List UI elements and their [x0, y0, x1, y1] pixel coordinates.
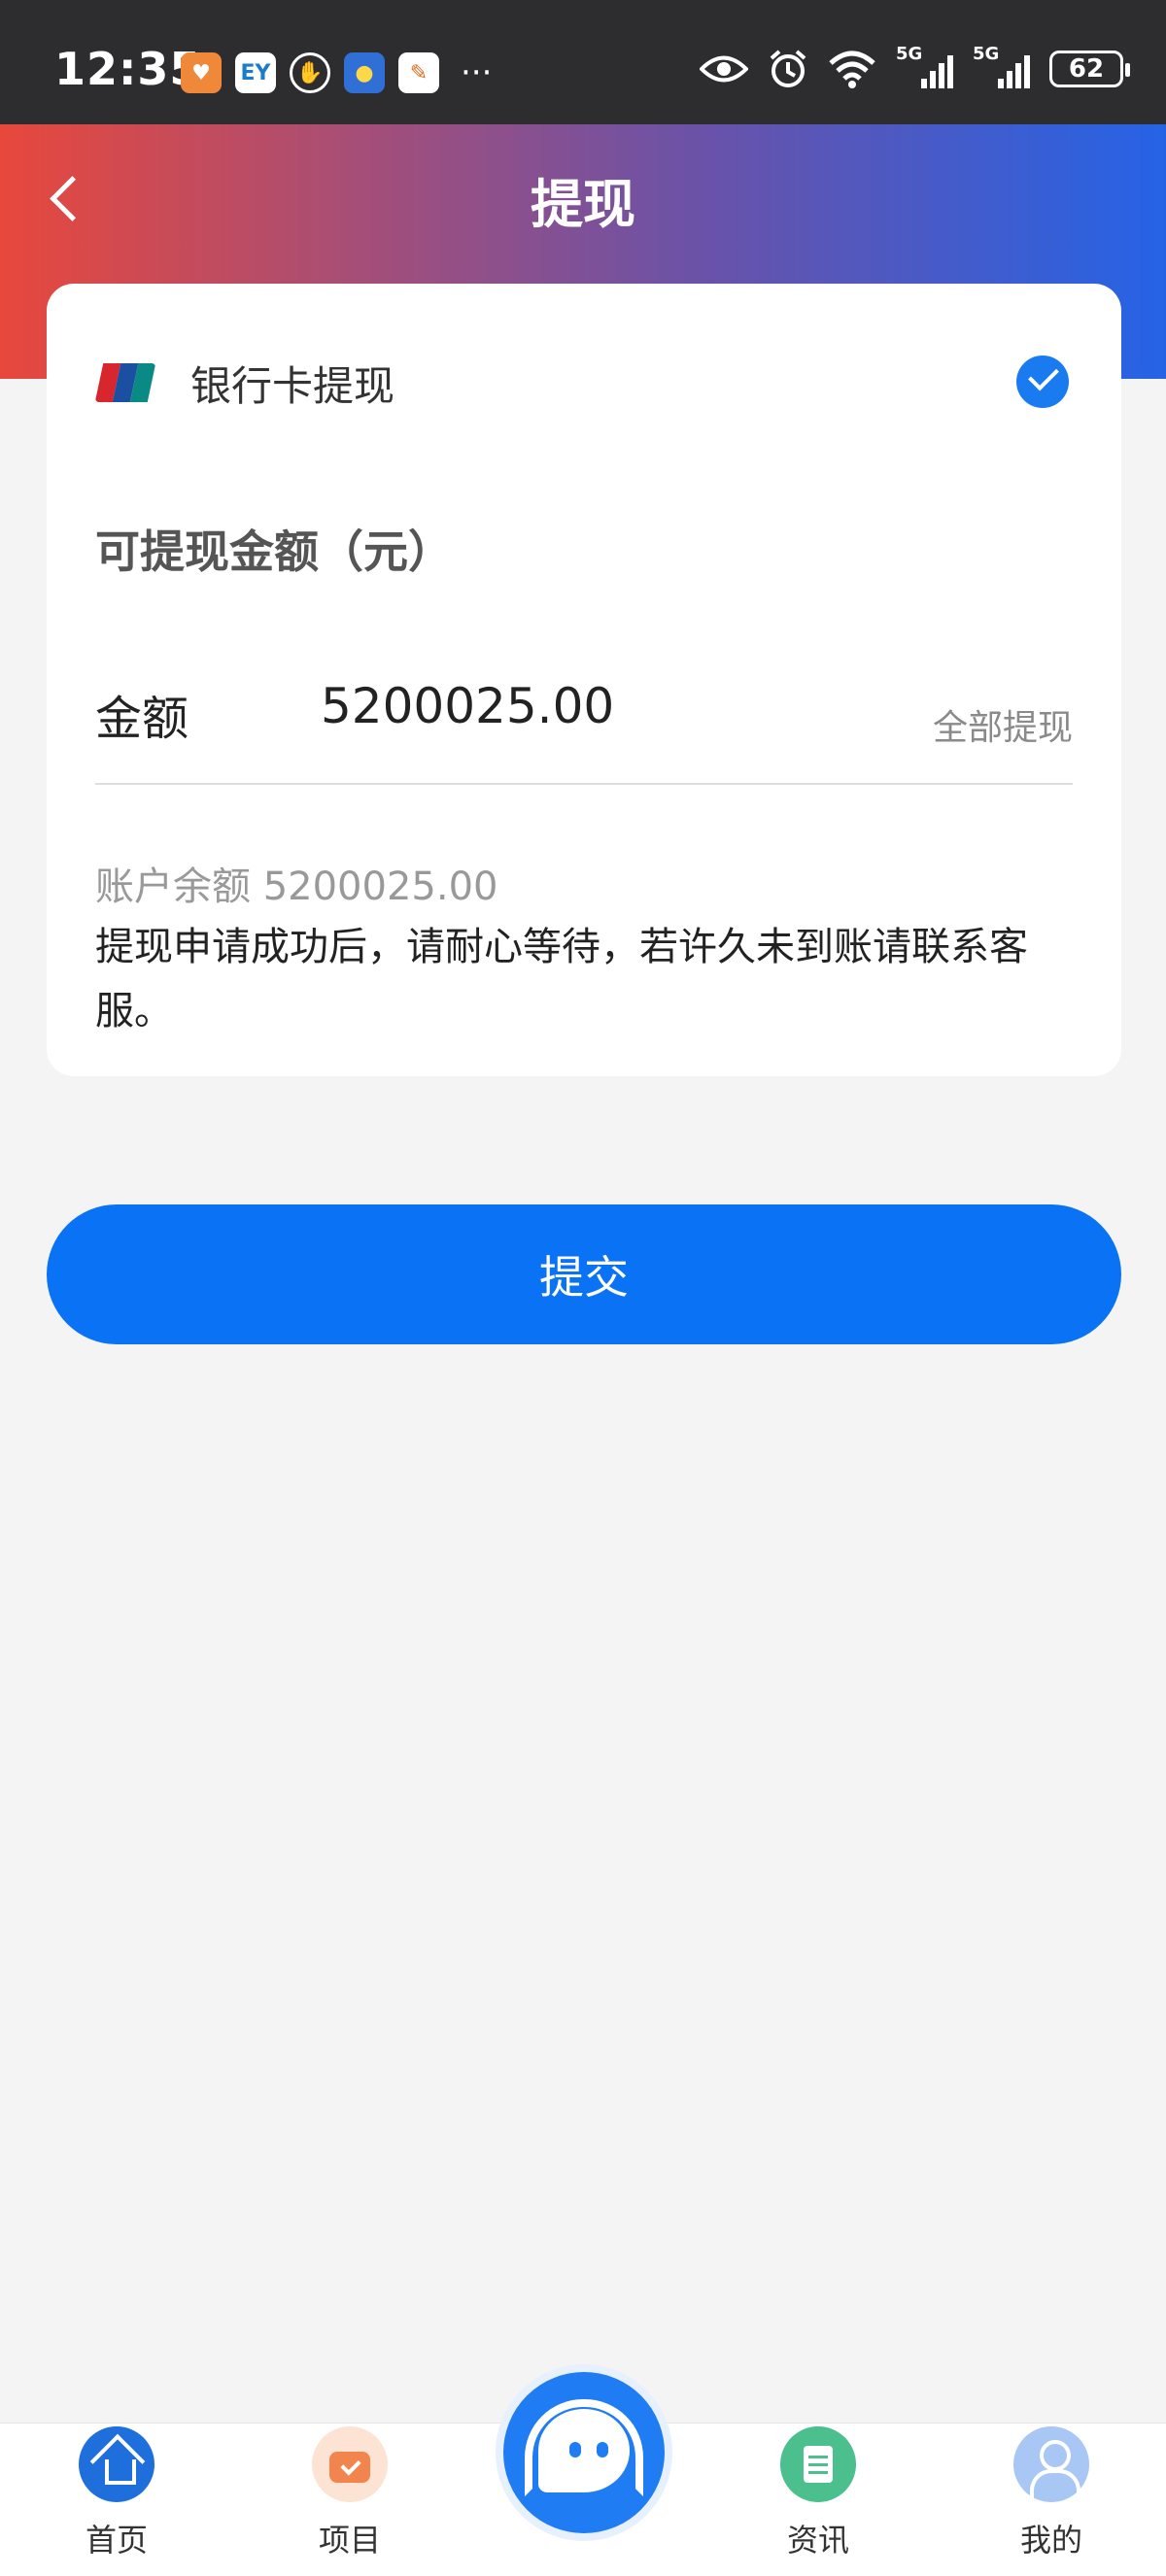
withdraw-notice: 提现申请成功后，请耐心等待，若许久未到账请联系客服。 — [95, 925, 1028, 1034]
wifi-icon — [829, 51, 875, 88]
heart-app-icon: ♥ — [181, 52, 222, 93]
weather-app-icon: ● — [344, 52, 385, 93]
submit-button[interactable]: 提交 — [47, 1204, 1121, 1344]
divider — [95, 783, 1073, 785]
method-selected-check-icon[interactable] — [1016, 356, 1069, 408]
page-title: 提现 — [531, 174, 635, 235]
status-bar: 12:35 ♥ EY ✋ ● ✎ ··· 5G 5G 62 — [0, 0, 1166, 124]
nav-item-project[interactable]: 项目 — [282, 2426, 418, 2560]
service-eye-right — [597, 2442, 608, 2457]
notification-icons: ♥ EY ✋ ● ✎ ··· — [181, 52, 492, 93]
account-balance: 账户余额 5200025.00 — [95, 864, 498, 909]
status-time: 12:35 — [54, 43, 202, 95]
nav-label-project: 项目 — [318, 2522, 381, 2559]
news-icon — [780, 2426, 856, 2502]
alarm-icon — [770, 50, 806, 87]
signal-2-icon: 5G — [973, 44, 1030, 88]
customer-service-button[interactable] — [496, 2364, 672, 2541]
battery-icon: 62 — [1049, 51, 1130, 87]
signal-1-icon: 5G — [896, 44, 953, 88]
home-icon — [79, 2426, 154, 2502]
more-notifications-icon: ··· — [461, 53, 493, 92]
nav-label-news: 资讯 — [786, 2522, 849, 2559]
withdraw-all-button[interactable]: 全部提现 — [933, 699, 1073, 750]
user-icon — [1013, 2426, 1089, 2502]
unionpay-icon — [95, 363, 155, 402]
withdraw-method-label[interactable]: 银行卡提现 — [190, 354, 394, 413]
paper-app-icon: ✎ — [398, 52, 439, 93]
system-icons: 5G 5G 62 — [700, 44, 1130, 89]
nav-item-home[interactable]: 首页 — [49, 2426, 185, 2560]
nav-label-mine: 我的 — [1019, 2522, 1082, 2559]
nav-label-home: 首页 — [85, 2522, 148, 2559]
nav-item-news[interactable]: 资讯 — [750, 2426, 886, 2560]
amount-input[interactable] — [321, 672, 865, 740]
hand-app-icon: ✋ — [290, 52, 330, 93]
withdrawable-amount-title: 可提现金额（元） — [95, 525, 453, 578]
service-eye-left — [569, 2442, 581, 2457]
customer-service-icon — [538, 2409, 630, 2492]
withdraw-card: 银行卡提现 可提现金额（元） 金额 全部提现 账户余额 5200025.00 提… — [47, 284, 1121, 1076]
ey-app-icon: EY — [235, 52, 276, 93]
project-icon — [312, 2426, 388, 2502]
amount-label: 金额 — [95, 692, 189, 746]
eye-icon — [700, 55, 748, 83]
nav-item-mine[interactable]: 我的 — [983, 2426, 1119, 2560]
